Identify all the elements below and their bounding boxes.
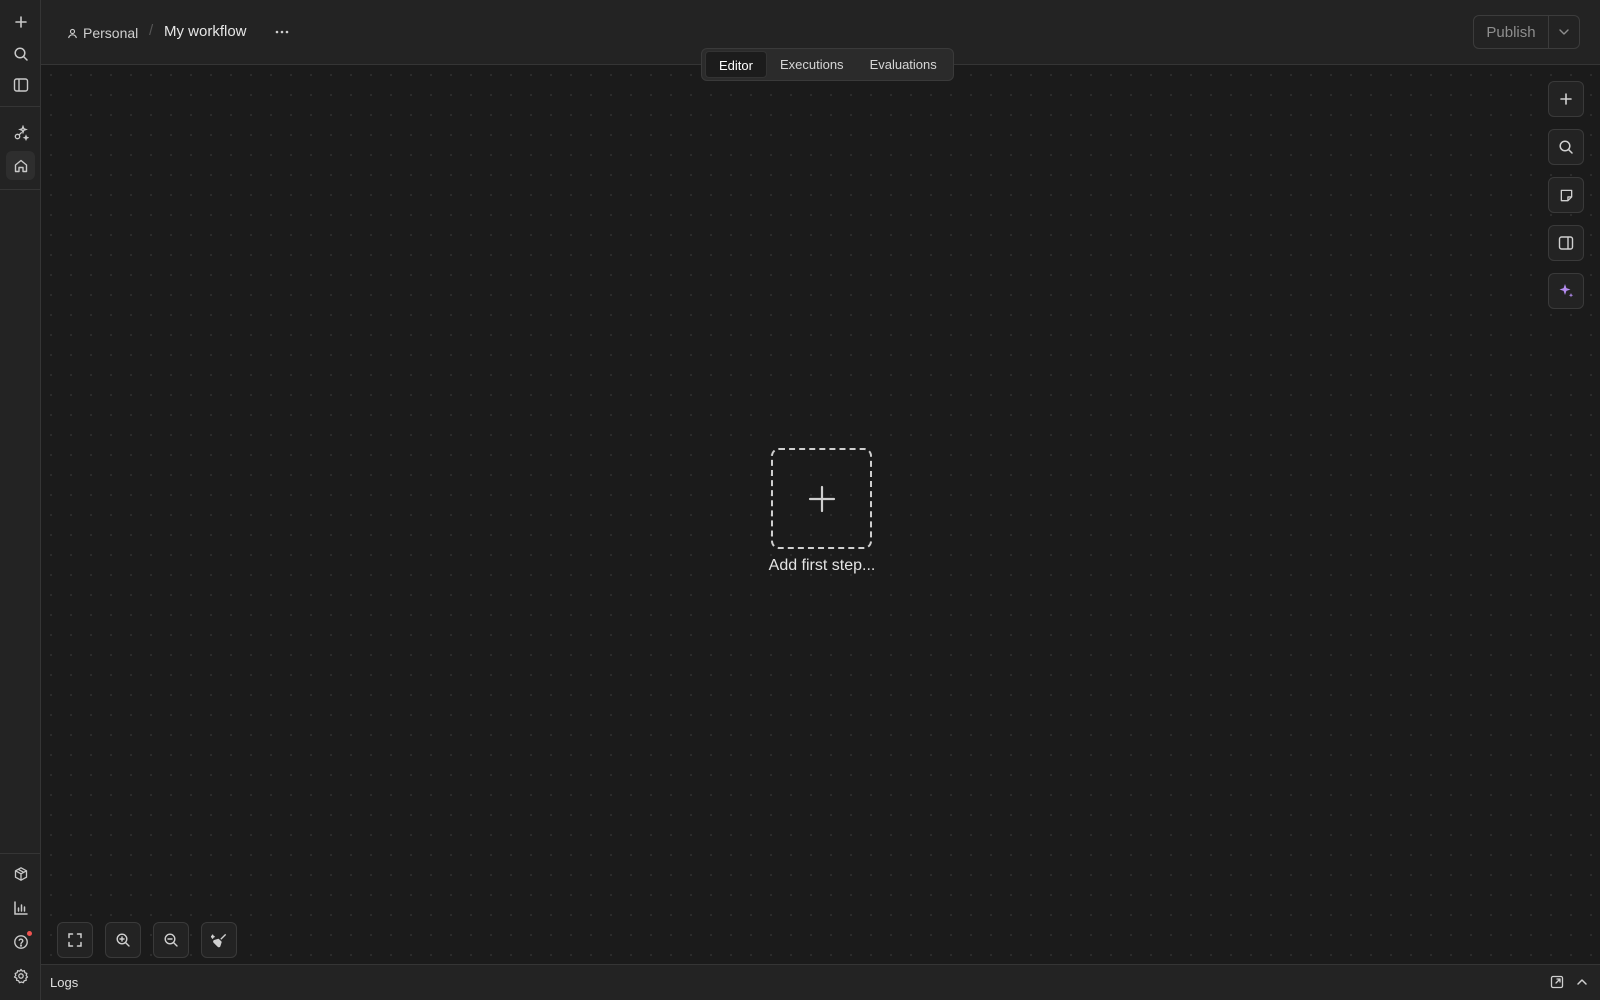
view-tabs: Editor Executions Evaluations [701, 48, 954, 81]
settings-icon [13, 968, 29, 984]
ai-sparkle-icon [1557, 282, 1575, 300]
sidebar-item-ai-nodes[interactable] [6, 118, 35, 147]
sparkle-nodes-icon [13, 124, 29, 141]
home-icon [13, 158, 29, 174]
breadcrumb-project[interactable]: Personal [67, 22, 138, 44]
sidebar-divider [0, 853, 41, 854]
sidebar-divider [0, 106, 41, 107]
toggle-sidebar-button[interactable] [6, 70, 35, 99]
zoom-in-icon [115, 932, 131, 948]
workflow-menu-button[interactable] [269, 20, 295, 44]
add-first-step-button[interactable] [771, 448, 872, 549]
logs-panel-bar[interactable]: Logs [41, 964, 1600, 1000]
plus-icon [1559, 92, 1573, 106]
workflow-header: Personal / My workflow Editor Executions… [41, 0, 1600, 81]
zoom-out-button[interactable] [153, 922, 189, 958]
panel-toggle-icon [13, 77, 29, 93]
ai-assistant-button[interactable] [1548, 273, 1584, 309]
tab-executions[interactable]: Executions [767, 51, 857, 78]
notification-dot [27, 931, 32, 936]
sidebar-item-help[interactable] [6, 927, 35, 956]
pop-out-button[interactable] [1550, 975, 1564, 989]
tab-editor[interactable]: Editor [705, 51, 767, 78]
create-button[interactable] [6, 7, 35, 36]
breadcrumb-separator: / [149, 22, 154, 39]
project-name: Personal [83, 25, 139, 41]
sidebar-item-home[interactable] [6, 151, 35, 180]
more-horizontal-icon [275, 30, 289, 34]
open-nodes-panel-button[interactable] [1548, 81, 1584, 117]
toggle-panel-button[interactable] [1548, 225, 1584, 261]
logs-label: Logs [50, 975, 79, 990]
search-nodes-button[interactable] [1548, 129, 1584, 165]
pop-out-icon [1550, 975, 1564, 989]
zoom-in-button[interactable] [105, 922, 141, 958]
cleanup-icon [210, 932, 228, 949]
add-first-step-label: Add first step... [768, 557, 876, 574]
chevron-up-icon [1576, 975, 1588, 989]
user-icon [67, 28, 78, 39]
publish-options-button[interactable] [1549, 16, 1579, 48]
tab-evaluations[interactable]: Evaluations [857, 51, 950, 78]
add-sticky-note-button[interactable] [1548, 177, 1584, 213]
fit-view-icon [67, 932, 83, 948]
panel-icon [1558, 235, 1574, 251]
canvas-side-toolbar [1548, 81, 1584, 321]
plus-icon [14, 15, 28, 29]
sidebar-item-insights[interactable] [6, 893, 35, 922]
fit-view-button[interactable] [57, 922, 93, 958]
expand-logs-button[interactable] [1576, 975, 1588, 989]
publish-split-button: Publish [1473, 15, 1580, 49]
zoom-out-icon [163, 932, 179, 948]
logs-actions [1550, 975, 1588, 989]
canvas-zoom-toolbar [57, 922, 237, 958]
left-sidebar [0, 0, 41, 1000]
sidebar-item-settings[interactable] [6, 961, 35, 990]
plus-icon [808, 485, 836, 513]
sticky-note-icon [1559, 188, 1574, 203]
search-icon [1558, 139, 1574, 155]
insights-icon [13, 900, 29, 916]
sidebar-item-templates[interactable] [6, 859, 35, 888]
search-button[interactable] [6, 39, 35, 68]
help-icon [13, 934, 29, 950]
search-icon [13, 46, 29, 62]
workflow-canvas[interactable]: Add first step... [41, 65, 1600, 964]
chevron-down-icon [1559, 29, 1569, 35]
templates-icon [13, 866, 29, 882]
sidebar-divider [0, 189, 41, 190]
tidy-up-button[interactable] [201, 922, 237, 958]
publish-button[interactable]: Publish [1474, 16, 1549, 48]
workflow-title[interactable]: My workflow [164, 23, 247, 40]
